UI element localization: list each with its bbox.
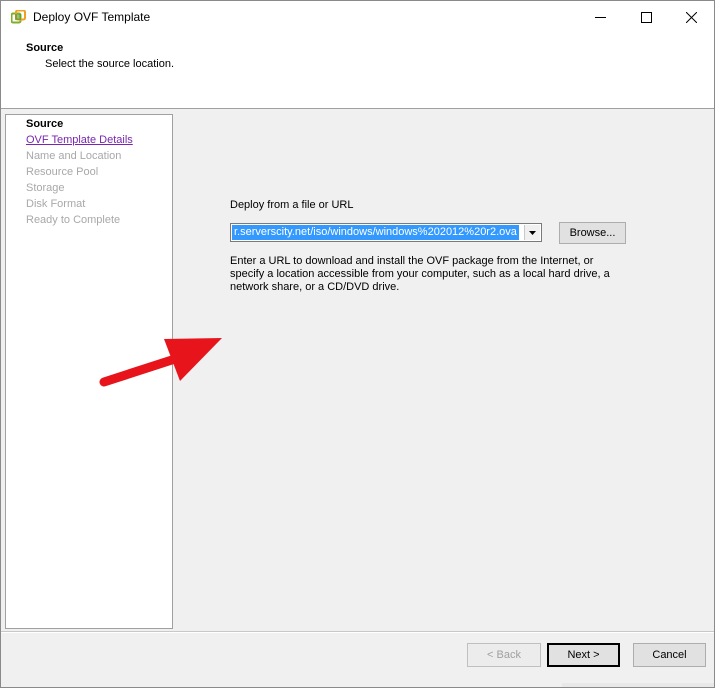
nav-item-source: Source (26, 118, 64, 130)
minimize-button[interactable] (577, 1, 623, 33)
window-title: Deploy OVF Template (33, 10, 151, 24)
resize-grip[interactable] (562, 683, 714, 687)
vsphere-app-icon (11, 10, 26, 24)
nav-item-ready-to-complete: Ready to Complete (26, 214, 121, 226)
nav-item-storage: Storage (26, 182, 65, 194)
minimize-icon (594, 16, 606, 18)
source-url-combobox[interactable]: r.serverscity.net/iso/windows/windows%20… (230, 223, 542, 242)
browse-button[interactable]: Browse... (559, 222, 626, 244)
deploy-ovf-dialog: Deploy OVF Template Source Select the so… (0, 0, 715, 688)
cancel-button[interactable]: Cancel (633, 643, 706, 667)
deploy-source-label: Deploy from a file or URL (230, 199, 354, 211)
title-bar: Deploy OVF Template (1, 1, 714, 33)
dropdown-button[interactable] (524, 225, 540, 240)
nav-item-name-and-location: Name and Location (26, 150, 122, 162)
step-title: Source (26, 42, 64, 54)
maximize-button[interactable] (623, 1, 669, 33)
wizard-header: Source Select the source location. (1, 33, 714, 107)
source-help-text: Enter a URL to download and install the … (230, 255, 610, 293)
wizard-body: Source OVF Template Details Name and Loc… (1, 109, 714, 687)
annotation-arrow-icon (99, 338, 222, 387)
nav-item-resource-pool: Resource Pool (26, 166, 99, 178)
nav-item-disk-format: Disk Format (26, 198, 86, 210)
maximize-icon (640, 11, 652, 23)
chevron-down-icon (529, 230, 536, 235)
close-icon (685, 11, 697, 23)
nav-item-ovf-template-details[interactable]: OVF Template Details (26, 134, 133, 146)
source-panel: Deploy from a file or URL r.serverscity.… (175, 114, 710, 629)
source-url-value[interactable]: r.serverscity.net/iso/windows/windows%20… (232, 225, 519, 240)
back-button[interactable]: < Back (467, 643, 541, 667)
close-button[interactable] (668, 1, 714, 33)
next-button[interactable]: Next > (547, 643, 620, 667)
step-subtitle: Select the source location. (45, 58, 175, 70)
